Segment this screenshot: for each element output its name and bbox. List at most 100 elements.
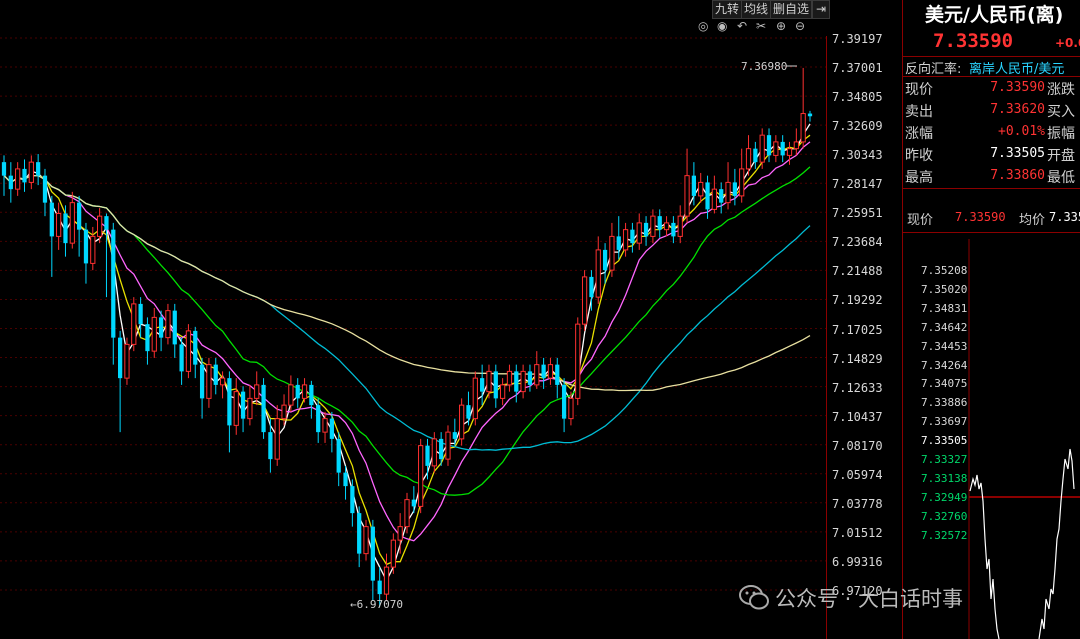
candle-body [663,222,670,231]
candle-body [568,397,574,420]
candle-body [753,148,758,163]
kline-plot[interactable]: 7.36980 ←6.97070 [0,0,902,639]
candle-body [83,229,89,264]
price-axis-tick: 7.17025 [832,322,883,337]
candle-body [185,330,192,372]
candle-body [206,364,212,399]
candle-body [732,182,737,196]
candle-body [480,378,485,392]
candle-body [104,216,109,230]
candle-body [745,148,752,170]
candle-body [316,405,321,433]
price-axis-tick: 7.21488 [832,264,883,279]
candle-body [111,229,116,338]
quote-label: 昨收 [905,148,933,164]
wechat-icon [735,578,773,616]
price-axis-tick: 7.39197 [832,32,883,46]
candle-body [500,384,506,399]
quote-label-2: 涨跌 [1047,82,1075,98]
candle-body [343,472,348,487]
candle-body [350,486,355,514]
candle-body [486,370,492,393]
candle-body [411,499,416,507]
quote-label-2: 振幅 [1047,126,1075,142]
price-axis-tick: 7.08170 [832,438,883,453]
quote-value: 7.33590 [990,80,1045,95]
quote-value: 7.33860 [990,168,1045,183]
candle-body [322,418,328,433]
intraday-now-value: 7.33590 [955,210,1006,224]
candle-body [97,215,103,237]
candle-body [534,364,540,386]
candle-body [124,343,130,379]
candle-body [397,526,403,541]
candle-body [595,249,601,298]
high-annotation: 7.36980 [741,60,787,73]
candle-body [561,384,567,419]
candle-body [739,168,745,197]
candle-body [118,337,123,379]
candle-body [274,418,280,460]
candle-body [42,175,48,203]
candle-body [390,539,396,568]
candle-body [240,391,246,419]
candle-body [383,566,390,595]
candle-body [793,141,799,150]
candle-body [418,445,424,507]
candle-body [684,175,690,217]
price-axis-tick: 7.01512 [832,525,883,540]
candle-body [295,384,300,399]
candle-body [759,134,765,163]
candle-body [650,215,656,237]
instrument-title: 美元/人民币(离) [925,4,1064,26]
price-change: +0.0 [1055,36,1080,50]
candle-body [425,445,430,466]
candle-body [268,432,273,460]
price-axis-tick: 6.99316 [832,554,883,569]
price-axis-tick: 7.12633 [832,380,883,395]
candle-body [671,222,676,237]
quote-label-2: 最低 [1047,170,1075,186]
candle-body [36,162,41,176]
candle-body [56,212,62,237]
candle-body [158,317,164,338]
candle-body [28,161,34,183]
candle-body [281,404,287,420]
candle-body [404,499,410,528]
candle-body [1,162,7,176]
price-axis-tick: 7.10437 [832,409,883,424]
reverse-rate-link[interactable]: 离岸人民币/美元 [969,58,1064,77]
candle-body [466,405,471,419]
candle-body [172,310,177,345]
candle-body [77,202,82,230]
candle-body [630,229,635,244]
candle-body [254,384,260,399]
candle-body [8,175,13,190]
candle-body [555,364,560,385]
candle-body [711,188,717,210]
candle-body [452,432,457,439]
candle-body [145,324,150,352]
candle-body [705,182,710,210]
price-axis-tick: 7.32609 [832,119,883,134]
candle-body [301,384,308,399]
candle-body [151,316,157,352]
candle-body [357,513,362,554]
candle-body [780,141,785,156]
intraday-avg-value: 7.335 [1049,210,1080,224]
intraday-chart[interactable] [903,239,1080,639]
candle-body [506,370,513,386]
candle-body [773,141,779,156]
candle-body [363,526,369,555]
candle-body [288,384,294,406]
candle-body [336,438,341,473]
price-axis-tick: 7.34805 [832,90,883,105]
kline-chart[interactable]: 九转 均线 删自选 ⇥ ◎ ◉ ↶ ✂ ⊕ ⊖ 7.36980 ←6.97070… [0,0,903,639]
candle-body [193,330,198,365]
candle-body [233,391,239,426]
quote-label: 涨幅 [905,126,933,142]
quote-value: 7.33620 [990,102,1045,117]
quote-label: 最高 [905,170,933,186]
candle-body [69,202,75,244]
intraday-avg-label: 均价 [1019,213,1046,228]
